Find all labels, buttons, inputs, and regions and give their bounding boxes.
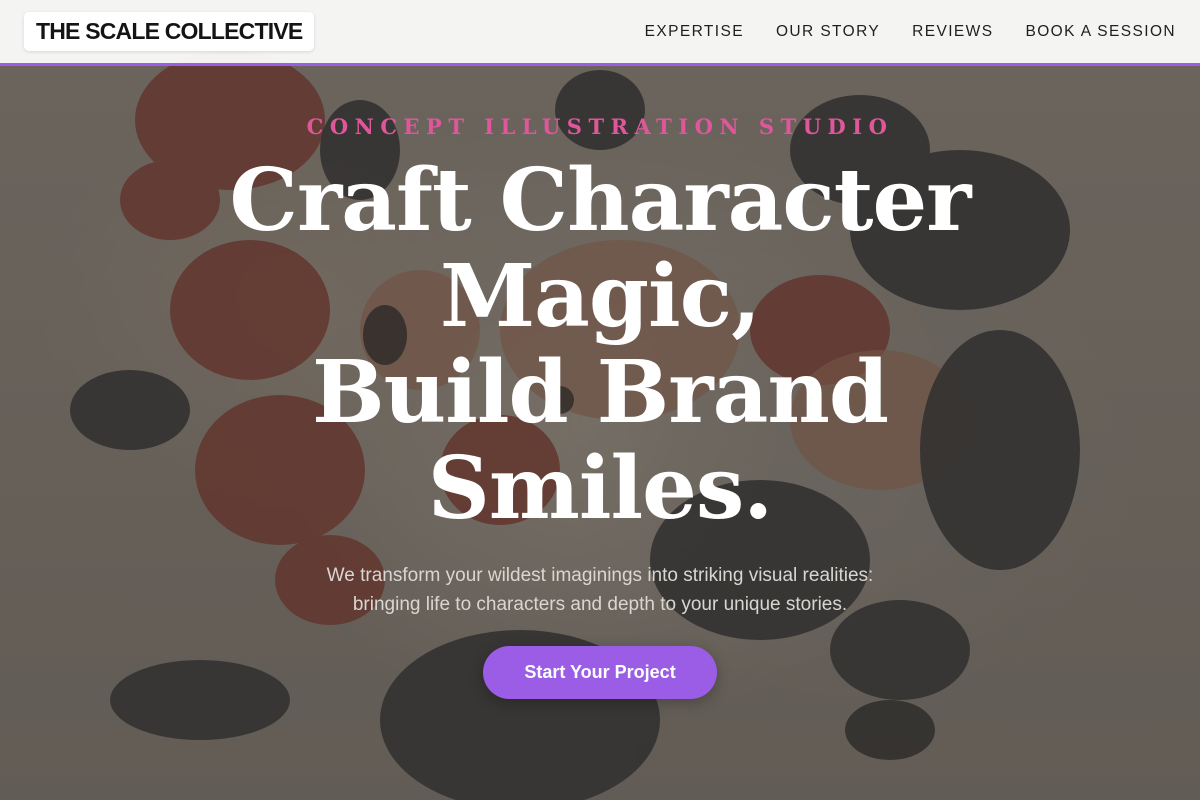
nav-link-our-story[interactable]: OUR STORY [776, 23, 880, 41]
hero-subcopy: We transform your wildest imaginings int… [327, 561, 874, 619]
hero-eyebrow: CONCEPT ILLUSTRATION STUDIO [306, 114, 894, 139]
headline-line-1: Craft Character [229, 150, 972, 251]
logo[interactable]: THE SCALE COLLECTIVE [24, 12, 315, 51]
subcopy-line-1: We transform your wildest imaginings int… [326, 565, 874, 586]
nav-link-reviews[interactable]: REVIEWS [912, 23, 993, 41]
subcopy-line-2: bringing life to characters and depth to… [352, 594, 848, 615]
headline-line-2: Magic, [439, 246, 761, 347]
headline-line-3: Build Brand [311, 342, 889, 443]
headline-line-4: Smiles. [427, 438, 774, 539]
hero-section: CONCEPT ILLUSTRATION STUDIO Craft Charac… [0, 66, 1200, 800]
main-nav: EXPERTISE OUR STORY REVIEWS BOOK A SESSI… [645, 23, 1176, 41]
start-project-button[interactable]: Start Your Project [483, 646, 717, 699]
site-header: THE SCALE COLLECTIVE EXPERTISE OUR STORY… [0, 0, 1200, 66]
hero-headline: Craft Character Magic, Build Brand Smile… [229, 150, 972, 539]
nav-link-book-a-session[interactable]: BOOK A SESSION [1025, 23, 1176, 41]
nav-link-expertise[interactable]: EXPERTISE [645, 23, 744, 41]
